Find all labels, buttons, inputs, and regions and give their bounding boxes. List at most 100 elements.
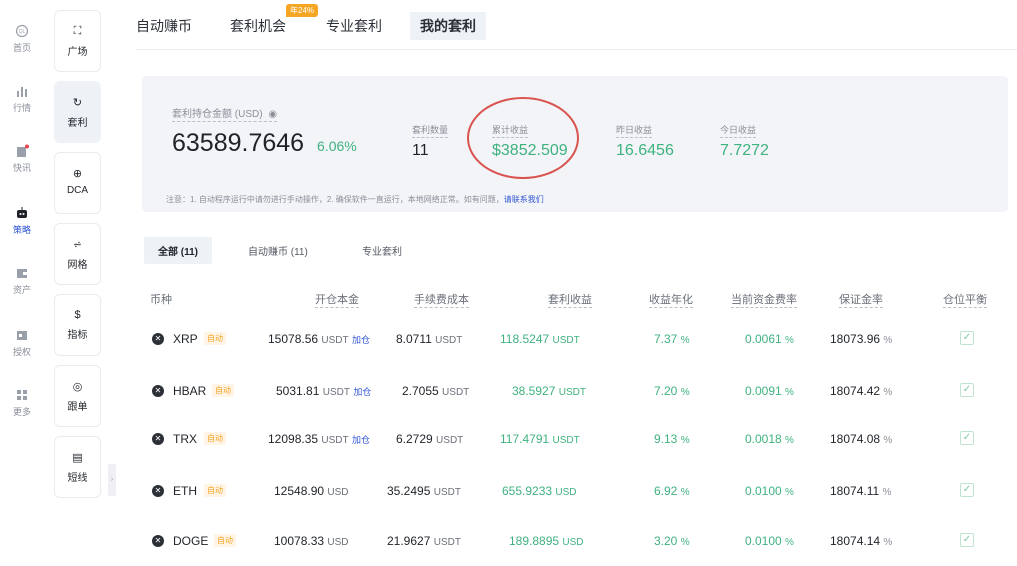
holdings-amount: 63589.7646: [172, 129, 305, 157]
apy-pct: %: [680, 335, 690, 346]
header-apy: 收益年化: [649, 291, 693, 308]
sub-nav: ⛶ 广场 ↻ 套利 ⊕ DCA ⩫ 网格 $ 指标 ◎ 跟单 ▤ 短线: [54, 0, 102, 566]
contact-link[interactable]: 请联系我们: [504, 195, 544, 204]
fee-unit: USDT: [435, 335, 463, 346]
rate-value: 0.0091: [745, 384, 782, 398]
apy-value: 6.92: [654, 484, 678, 498]
principal-value: 12098.35: [268, 432, 319, 446]
apy-pct: %: [680, 537, 690, 548]
nav-label: 快讯: [12, 163, 31, 173]
tab-my-arbitrage[interactable]: 我的套利: [410, 12, 486, 40]
auto-tag: 自动: [214, 534, 236, 547]
coin-name: DOGE: [173, 534, 209, 548]
nav-label: 授权: [12, 347, 31, 357]
nav-item-assets[interactable]: 资产: [0, 266, 44, 296]
coin-name: XRP: [173, 332, 198, 346]
subnav-item-arbitrage[interactable]: ↻ 套利: [54, 81, 101, 143]
robot-icon: ⛶: [73, 25, 82, 37]
tab-arbitrage-opportunity[interactable]: 套利机会: [230, 16, 286, 36]
subnav-item-copytrade[interactable]: ◎ 跟单: [54, 365, 101, 427]
subnav-label: 跟单: [67, 402, 88, 413]
profit: 118.5247 USDT: [500, 332, 580, 346]
table-row: ✕ TRX 自动 12098.35 USDT 加仓 6.2729 USDT 11…: [136, 431, 1017, 484]
nav-item-news[interactable]: 快讯: [0, 144, 44, 174]
header-profit: 套利收益: [548, 291, 592, 308]
subnav-item-dca[interactable]: ⊕ DCA: [54, 152, 101, 214]
auto-tag: 自动: [204, 332, 226, 345]
nav-item-strategy[interactable]: 策略: [0, 206, 44, 236]
subnav-item-grid[interactable]: ⩫ 网格: [54, 223, 101, 285]
apy-pct: %: [680, 435, 690, 446]
principal-unit: USDT: [322, 387, 350, 398]
margin-value: 18074.08: [830, 432, 881, 446]
profit-unit: USD: [555, 487, 577, 498]
notice-text: 注意：1. 自动程序运行中请勿进行手动操作，2. 确保软件一直运行，本地网络正常…: [166, 194, 544, 205]
header-principal: 开仓本金: [315, 291, 359, 308]
add-position-link[interactable]: 加仓: [352, 335, 370, 345]
collapse-handle[interactable]: ›: [108, 464, 116, 496]
balance-checkbox[interactable]: ✓: [960, 383, 974, 397]
nav-item-auth[interactable]: 授权: [0, 328, 44, 358]
document-icon: ▤: [72, 452, 83, 464]
refresh-icon: ↻: [72, 97, 83, 109]
header-balance: 仓位平衡: [943, 291, 987, 308]
filter-tab-auto-earn[interactable]: 自动赚币 (11): [248, 243, 308, 258]
eye-icon[interactable]: ◉: [268, 109, 277, 120]
fee-unit: USDT: [442, 387, 470, 398]
fee-value: 6.2729: [396, 432, 433, 446]
subnav-item-plaza[interactable]: ⛶ 广场: [54, 10, 101, 72]
grid-chart-icon: ⩫: [72, 239, 83, 251]
fee-unit: USDT: [433, 487, 461, 498]
auto-tag: 自动: [204, 484, 226, 497]
principal-value: 5031.81: [276, 384, 320, 398]
nav-item-more[interactable]: 更多: [0, 388, 44, 418]
wallet-icon: [17, 269, 27, 278]
profit: 189.8895 USD: [509, 534, 584, 548]
nav-label: 资产: [12, 285, 31, 295]
nav-item-market[interactable]: 行情: [0, 84, 44, 114]
apy: 3.20 %: [654, 534, 690, 548]
profit: 38.5927 USDT: [512, 384, 586, 398]
today-value: 7.7272: [720, 142, 769, 159]
coin-icon: ✕: [152, 433, 164, 445]
principal-unit: USD: [327, 487, 349, 498]
principal: 10078.33 USD: [274, 534, 349, 548]
header-margin: 保证金率: [839, 291, 883, 308]
balance-checkbox[interactable]: ✓: [960, 533, 974, 547]
apy: 7.20 %: [654, 384, 690, 398]
copy-icon: ◎: [72, 381, 83, 393]
balance-checkbox[interactable]: ✓: [960, 431, 974, 445]
margin-pct: %: [883, 537, 893, 548]
nav-item-home[interactable]: QL 首页: [0, 24, 44, 54]
funding-rate: 0.0100 %: [745, 534, 794, 548]
fee-unit: USDT: [436, 435, 464, 446]
funding-rate: 0.0018 %: [745, 432, 794, 446]
margin-rate: 18073.96 %: [830, 332, 892, 346]
rate-value: 0.0100: [745, 534, 782, 548]
left-nav: QL 首页 行情 快讯 策略 资产 授权 更多: [0, 0, 44, 566]
apy-value: 9.13: [654, 432, 678, 446]
subnav-item-shortterm[interactable]: ▤ 短线: [54, 436, 101, 498]
rate-pct: %: [785, 537, 794, 548]
balance-checkbox[interactable]: ✓: [960, 331, 974, 345]
svg-text:QL: QL: [19, 29, 26, 35]
nav-label: 策略: [12, 225, 31, 235]
apy-badge: 年24%: [286, 4, 319, 17]
balance-checkbox[interactable]: ✓: [960, 483, 974, 497]
subnav-item-indicator[interactable]: $ 指标: [54, 294, 101, 356]
profit-unit: USDT: [558, 387, 586, 398]
tab-auto-earn[interactable]: 自动赚币: [136, 16, 192, 36]
chart-bars-icon: [17, 87, 27, 97]
holdings-value: 63589.7646 6.06%: [172, 129, 357, 158]
filter-tab-pro[interactable]: 专业套利: [362, 243, 402, 258]
add-position-link[interactable]: 加仓: [352, 435, 370, 445]
subnav-label: 套利: [67, 118, 88, 129]
dollar-icon: $: [74, 309, 81, 321]
add-position-link[interactable]: 加仓: [353, 387, 371, 397]
margin-pct: %: [883, 387, 893, 398]
tab-pro-arbitrage[interactable]: 专业套利: [326, 16, 382, 36]
margin-rate: 18074.08 %: [830, 432, 892, 446]
apy: 9.13 %: [654, 432, 690, 446]
filter-tab-all[interactable]: 全部 (11): [144, 237, 213, 264]
highlight-circle: [467, 97, 579, 179]
